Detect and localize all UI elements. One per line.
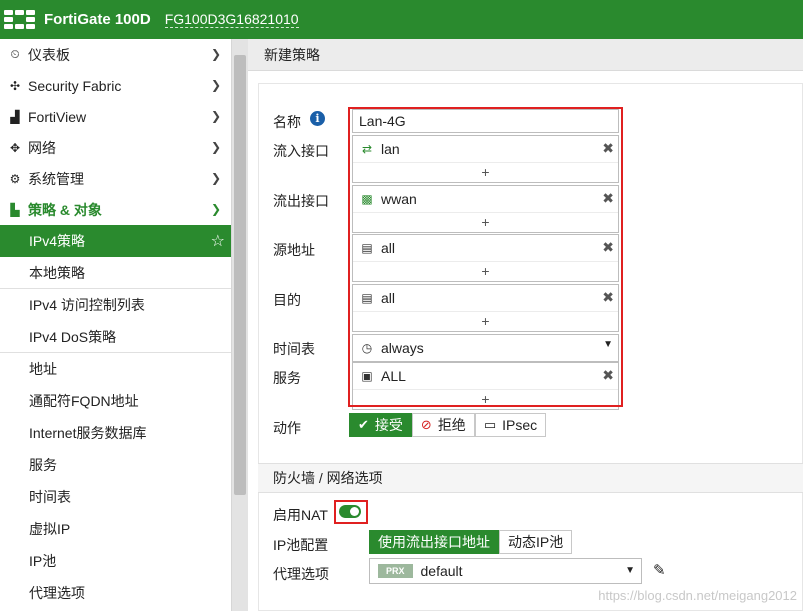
sidebar-item-label: 服务	[29, 457, 57, 473]
ipsec-label: IPsec	[502, 417, 538, 433]
laptop-icon: ▭	[483, 417, 497, 432]
deny-label: 拒绝	[437, 417, 466, 433]
outgoing-interface-label: 流出接口	[273, 193, 329, 209]
sidebar-item-fortiview[interactable]: ▟ FortiView ❯	[0, 101, 231, 132]
device-serial[interactable]: FG100D3G16821010	[164, 11, 299, 28]
sidebar-item-dashboard[interactable]: ⏲ 仪表板 ❯	[0, 39, 231, 70]
device-name: FortiGate 100D	[44, 11, 151, 28]
caret-down-icon: ▼	[625, 565, 635, 576]
sidebar-item-system[interactable]: ⚙ 系统管理 ❯	[0, 163, 231, 194]
gear-icon: ⚙	[9, 171, 21, 186]
deny-button[interactable]: ⊘ 拒绝	[411, 413, 475, 437]
sidebar-item-wildcard-fqdn[interactable]: 通配符FQDN地址	[0, 385, 231, 417]
sidebar-section-policy-objects[interactable]: ▙ 策略 & 对象 ❯	[0, 194, 231, 225]
watermark: https://blog.csdn.net/meigang2012	[598, 588, 797, 603]
info-icon[interactable]: i	[310, 111, 325, 126]
sidebar-item-virtual-ip[interactable]: 虚拟IP	[0, 513, 231, 545]
sidebar-item-label: Internet服务数据库	[29, 425, 147, 441]
proxy-options-value: default	[420, 563, 463, 579]
sidebar-item-local-policy[interactable]: 本地策略	[0, 257, 231, 289]
sidebar: ⏲ 仪表板 ❯ ✣ Security Fabric ❯ ▟ FortiView …	[0, 39, 232, 611]
sidebar-item-label: IPv4 访问控制列表	[29, 297, 145, 313]
main-panel: 新建策略 名称 i 流入接口 流出接口 源地址 目的 时间表 服务 动作 Lan…	[248, 39, 803, 611]
dynamic-ippool-button[interactable]: 动态IP池	[499, 530, 573, 554]
sidebar-item-label: IP池	[29, 553, 57, 569]
sidebar-item-schedules[interactable]: 时间表	[0, 481, 231, 513]
chevron-down-icon: ❯	[210, 202, 221, 216]
policy-icon: ▙	[10, 202, 20, 217]
sidebar-item-security-fabric[interactable]: ✣ Security Fabric ❯	[0, 70, 231, 101]
firewall-options-header: 防火墙 / 网络选项	[258, 463, 803, 493]
chevron-right-icon: ❯	[210, 109, 221, 123]
ippool-button-group: 使用流出接口地址 动态IP池	[369, 530, 573, 554]
sidebar-item-label: Security Fabric	[28, 77, 122, 94]
sidebar-item-proxy-options[interactable]: 代理选项	[0, 577, 231, 609]
sidebar-item-ipv4-policy[interactable]: IPv4策略 ☆	[0, 225, 231, 257]
service-label: 服务	[273, 370, 301, 386]
proxy-options-label: 代理选项	[273, 566, 329, 582]
sidebar-item-label: IPv4策略	[29, 233, 86, 249]
fortinet-logo-icon	[4, 9, 38, 30]
fortiview-icon: ▟	[10, 109, 20, 124]
ipsec-button[interactable]: ▭ IPsec	[474, 413, 547, 437]
highlight-box	[348, 107, 623, 407]
page-title: 新建策略	[248, 39, 803, 71]
sidebar-item-label: 代理选项	[29, 585, 85, 601]
sidebar-item-ip-pools[interactable]: IP池	[0, 545, 231, 577]
chevron-right-icon: ❯	[210, 78, 221, 92]
chevron-right-icon: ❯	[210, 171, 221, 185]
dashboard-icon: ⏲	[10, 47, 20, 61]
proxy-options-select[interactable]: PRX default ▼	[369, 558, 642, 584]
sidebar-item-label: 策略 & 对象	[28, 201, 102, 218]
sidebar-item-label: FortiView	[28, 108, 87, 125]
sidebar-item-network[interactable]: ✥ 网络 ❯	[0, 132, 231, 163]
sidebar-item-label: 本地策略	[29, 264, 85, 281]
sidebar-item-label: IPv4 DoS策略	[29, 328, 117, 345]
sidebar-item-label: 网络	[28, 139, 56, 156]
accept-button[interactable]: ✔ 接受	[349, 413, 412, 437]
chevron-right-icon: ❯	[210, 140, 221, 154]
sidebar-item-ipv4-acl[interactable]: IPv4 访问控制列表	[0, 289, 231, 321]
star-icon[interactable]: ☆	[211, 231, 225, 251]
sidebar-item-label: 通配符FQDN地址	[29, 393, 139, 409]
security-fabric-icon: ✣	[9, 78, 21, 93]
sidebar-scrollbar[interactable]	[232, 39, 248, 611]
sidebar-item-services[interactable]: 服务	[0, 449, 231, 481]
sidebar-item-internet-service-db[interactable]: Internet服务数据库	[0, 417, 231, 449]
check-icon: ✔	[358, 417, 369, 432]
sidebar-item-label: 时间表	[29, 489, 71, 505]
chevron-right-icon: ❯	[210, 47, 221, 61]
incoming-interface-label: 流入接口	[273, 143, 329, 159]
action-label: 动作	[273, 420, 301, 436]
accept-label: 接受	[374, 417, 403, 433]
nat-label: 启用NAT	[273, 507, 328, 523]
sidebar-item-label: 系统管理	[28, 170, 84, 187]
sidebar-item-label: 地址	[29, 361, 57, 377]
schedule-label: 时间表	[273, 341, 315, 357]
nat-toggle[interactable]	[339, 505, 361, 518]
network-icon: ✥	[9, 140, 21, 155]
scrollbar-thumb[interactable]	[234, 55, 246, 495]
action-button-group: ✔ 接受 ⊘ 拒绝 ▭ IPsec	[349, 413, 547, 437]
edit-pencil-icon[interactable]: ✎	[653, 561, 666, 579]
ippool-label: IP池配置	[273, 537, 329, 553]
sidebar-item-ipv4-dos[interactable]: IPv4 DoS策略	[0, 321, 231, 353]
use-outgoing-interface-button[interactable]: 使用流出接口地址	[369, 530, 499, 554]
sidebar-item-label: 虚拟IP	[29, 521, 71, 537]
sidebar-item-label: 仪表板	[28, 46, 70, 63]
top-bar: FortiGate 100D FG100D3G16821010	[0, 0, 803, 39]
destination-label: 目的	[273, 292, 301, 308]
proxy-badge: PRX	[378, 564, 413, 578]
name-label: 名称	[273, 114, 301, 130]
deny-icon: ⊘	[420, 417, 432, 432]
source-label: 源地址	[273, 242, 315, 258]
sidebar-item-addresses[interactable]: 地址	[0, 353, 231, 385]
